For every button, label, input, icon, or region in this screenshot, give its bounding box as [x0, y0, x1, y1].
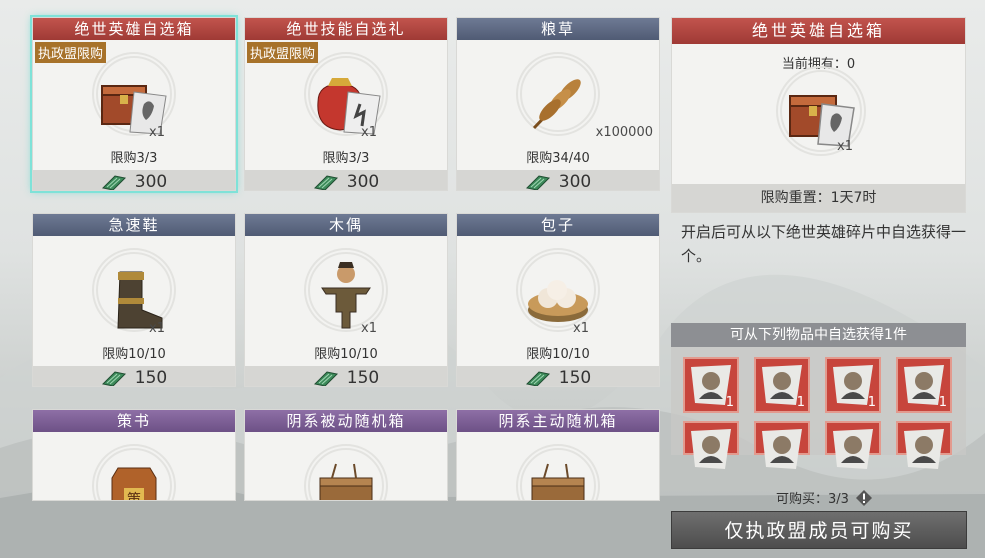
- token-icon: 策: [111, 467, 157, 501]
- hero-portrait-icon: [904, 429, 944, 469]
- hero-fragment[interactable]: 1: [825, 357, 881, 413]
- purchase-limit: 限购3/3: [322, 151, 370, 166]
- item-quantity: x100000: [595, 125, 653, 140]
- item-title: 绝世技能自选礼: [245, 18, 447, 40]
- item-quantity: x1: [361, 125, 377, 140]
- jade-currency-icon: [525, 175, 550, 190]
- item-image-area: x100000: [457, 40, 659, 150]
- price-value: 300: [558, 172, 592, 191]
- purchase-count-label: 可购买：3/3: [776, 492, 849, 507]
- price-value: 150: [558, 368, 592, 387]
- item-title: 绝世英雄自选箱: [33, 18, 235, 40]
- wheat-icon: [532, 79, 581, 130]
- hero-portrait-icon: [762, 429, 802, 469]
- jade-currency-icon: [101, 371, 126, 386]
- price-value: 300: [346, 172, 380, 191]
- pick-options-panel: 可从下列物品中自选获得1件 1 1 1 1: [671, 323, 966, 469]
- crate-icon: [319, 463, 373, 500]
- purchase-count: 可购买：3/3: [776, 488, 873, 507]
- item-title: 木偶: [245, 214, 447, 236]
- item-title: 策书: [33, 410, 235, 432]
- item-image-area: x1: [33, 236, 235, 346]
- item-title: 粮草: [457, 18, 659, 40]
- item-quantity: x1: [361, 321, 377, 336]
- purchase-limit: 限购10/10: [526, 347, 590, 362]
- hero-fragment[interactable]: [896, 421, 952, 469]
- hero-portrait-icon: [833, 429, 873, 469]
- warning-icon[interactable]: [855, 489, 873, 507]
- item-price: 150: [33, 366, 235, 387]
- item-price: 300: [33, 170, 235, 191]
- purchase-limit: 限购10/10: [314, 347, 378, 362]
- hero-fragment[interactable]: 1: [896, 357, 952, 413]
- fragment-count: 1: [867, 395, 876, 410]
- fragment-count: 1: [725, 395, 734, 410]
- shop-item-card[interactable]: 粮草 x100000 限购34/40 300: [456, 17, 660, 191]
- svg-text:策: 策: [127, 491, 141, 501]
- item-image-area: [245, 432, 447, 500]
- shop-item-card[interactable]: 急速鞋 x1 限购10/10 150: [32, 213, 236, 387]
- price-value: 150: [346, 368, 380, 387]
- price-value: 150: [134, 368, 168, 387]
- jade-currency-icon: [101, 175, 126, 190]
- fragment-count: 1: [796, 395, 805, 410]
- item-title: 阴系被动随机箱: [245, 410, 447, 432]
- shop-item-card[interactable]: 绝世英雄自选箱 执政盟限购 x1 限购3/3 300: [30, 15, 238, 193]
- pick-title: 可从下列物品中自选获得1件: [671, 323, 966, 347]
- item-title: 急速鞋: [33, 214, 235, 236]
- shop-item-card[interactable]: 阴系被动随机箱: [244, 409, 448, 501]
- purchase-limit: 限购34/40: [526, 151, 590, 166]
- item-image-area: [457, 432, 659, 500]
- jade-currency-icon: [525, 371, 550, 386]
- purchase-limit: 限购10/10: [102, 347, 166, 362]
- shop-item-card[interactable]: 木偶 x1 限购10/10 150: [244, 213, 448, 387]
- item-price: 300: [457, 170, 659, 191]
- shop-item-card[interactable]: 阴系主动随机箱: [456, 409, 660, 501]
- crate-icon: [531, 463, 585, 500]
- item-title: 阴系主动随机箱: [457, 410, 659, 432]
- price-value: 300: [134, 172, 168, 191]
- detail-qty: x1: [837, 139, 853, 154]
- hero-fragment[interactable]: [683, 421, 739, 469]
- hero-fragment[interactable]: [825, 421, 881, 469]
- fragment-count: 1: [938, 395, 947, 410]
- item-image-area: 执政盟限购 x1: [245, 40, 447, 150]
- item-image-area: 执政盟限购 x1: [33, 40, 235, 150]
- item-quantity: x1: [149, 125, 165, 140]
- reset-timer: 限购重置：1天7时: [672, 184, 965, 212]
- hero-fragment[interactable]: 1: [683, 357, 739, 413]
- hero-fragment[interactable]: 1: [754, 357, 810, 413]
- detail-panel: 绝世英雄自选箱 当前拥有：0 x1 限购重置：1天7时: [671, 17, 966, 213]
- shop-item-card[interactable]: 策书策: [32, 409, 236, 501]
- detail-title: 绝世英雄自选箱: [672, 18, 965, 44]
- item-quantity: x1: [573, 321, 589, 336]
- hero-fragment[interactable]: [754, 421, 810, 469]
- item-price: 150: [245, 366, 447, 387]
- item-image-area: x1: [245, 236, 447, 346]
- item-price: 300: [245, 170, 447, 191]
- alliance-limit-tag: 执政盟限购: [35, 42, 107, 63]
- item-image-area: 策: [33, 432, 235, 501]
- jade-currency-icon: [313, 175, 338, 190]
- item-title: 包子: [457, 214, 659, 236]
- item-quantity: x1: [149, 321, 165, 336]
- purchase-button[interactable]: 仅执政盟成员可购买: [671, 511, 967, 549]
- jade-currency-icon: [313, 371, 338, 386]
- item-description: 开启后可从以下绝世英雄碎片中自选获得一个。: [681, 223, 967, 265]
- item-price: 150: [457, 366, 659, 387]
- shop-item-card[interactable]: 绝世技能自选礼 执政盟限购 x1 限购3/3 300: [244, 17, 448, 191]
- item-image-area: x1: [457, 236, 659, 346]
- hero-portrait-icon: [691, 429, 731, 469]
- purchase-limit: 限购3/3: [110, 151, 158, 166]
- shop-item-card[interactable]: 包子 x1 限购10/10 150: [456, 213, 660, 387]
- alliance-limit-tag: 执政盟限购: [247, 42, 319, 63]
